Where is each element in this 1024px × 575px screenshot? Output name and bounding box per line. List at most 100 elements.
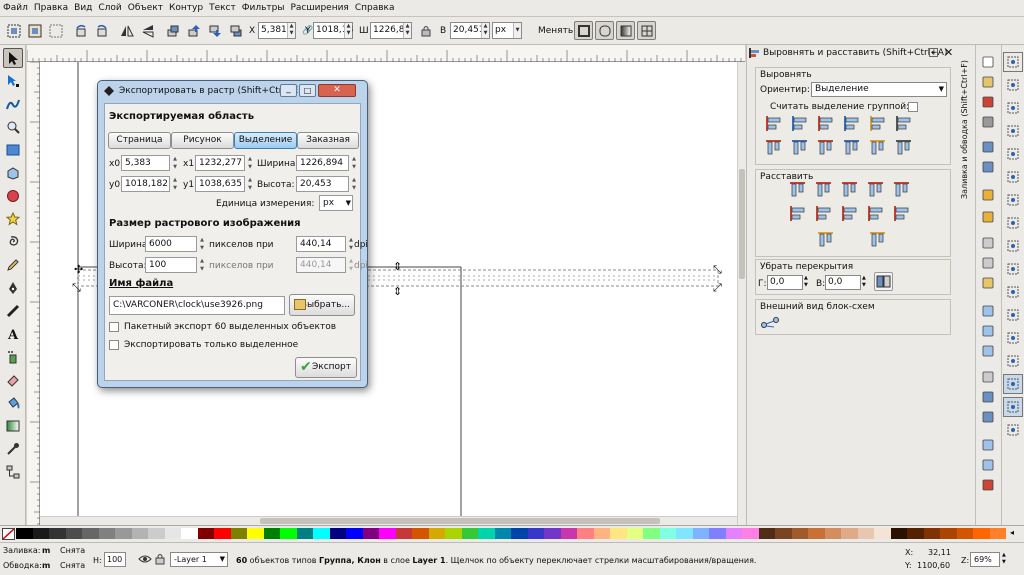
- snap-grid-icon[interactable]: [1003, 397, 1023, 417]
- color-swatch[interactable]: [115, 528, 132, 539]
- menu-layer[interactable]: Слой: [95, 0, 124, 15]
- x0-field[interactable]: 5,383: [121, 155, 170, 171]
- eye-icon[interactable]: [138, 553, 152, 566]
- x1-field[interactable]: 1232,277: [195, 155, 245, 171]
- color-swatch[interactable]: [890, 528, 907, 539]
- scale-stroke-icon[interactable]: [574, 21, 593, 40]
- h-field[interactable]: 20,451 ▲ ▼: [450, 22, 490, 39]
- color-swatch[interactable]: [511, 528, 528, 539]
- color-swatch[interactable]: [346, 528, 363, 539]
- horizontal-scroll-thumb[interactable]: [260, 518, 660, 524]
- area-page-button[interactable]: Страница: [108, 132, 171, 149]
- color-swatch[interactable]: [989, 528, 1006, 539]
- pen-tool-icon[interactable]: [3, 278, 23, 298]
- spiral-tool-icon[interactable]: [3, 232, 23, 252]
- horizontal-scrollbar[interactable]: [40, 516, 737, 525]
- no-paint-swatch[interactable]: [2, 528, 15, 540]
- y-field[interactable]: 1018,18 ▲ ▼: [313, 22, 353, 39]
- color-swatch[interactable]: [82, 528, 99, 539]
- paste-icon[interactable]: [978, 273, 998, 293]
- align-bottom-to-top-icon[interactable]: [763, 137, 784, 158]
- browse-button[interactable]: Выбрать...: [289, 294, 355, 316]
- color-swatch[interactable]: [610, 528, 627, 539]
- batch-export-checkbox[interactable]: [109, 322, 119, 332]
- align-text-baseline-vertical-icon[interactable]: [893, 137, 914, 158]
- align-left-edges-icon[interactable]: [789, 113, 810, 134]
- spin-arrows-icon[interactable]: ▲ ▼: [344, 23, 352, 38]
- connector-tool-icon[interactable]: [3, 462, 23, 482]
- palette-menu-icon[interactable]: ◂: [1010, 528, 1014, 537]
- color-swatch[interactable]: [857, 528, 874, 539]
- spin-arrows-icon[interactable]: ▲ ▼: [287, 23, 295, 38]
- menu-extensions[interactable]: Расширения: [287, 0, 351, 15]
- color-swatch[interactable]: [329, 528, 346, 539]
- only-selected-checkbox[interactable]: [109, 340, 119, 350]
- color-swatch[interactable]: [808, 528, 825, 539]
- color-swatch[interactable]: [560, 528, 577, 539]
- node-tool-icon[interactable]: [3, 71, 23, 91]
- rect-tool-icon[interactable]: [3, 140, 23, 160]
- select-all-icon[interactable]: [4, 21, 23, 40]
- color-swatch[interactable]: [313, 528, 330, 539]
- color-swatch[interactable]: [164, 528, 181, 539]
- align-right-to-left-icon[interactable]: [763, 113, 784, 134]
- area-selection-button[interactable]: Выделение: [234, 132, 297, 149]
- y0-field[interactable]: 1018,182: [121, 176, 170, 192]
- color-swatch[interactable]: [676, 528, 693, 539]
- vertical-scrollbar[interactable]: [737, 62, 746, 525]
- menu-edit[interactable]: Правка: [31, 0, 71, 15]
- area-custom-button[interactable]: Заказная: [297, 132, 359, 149]
- center-vertical-axis-icon[interactable]: [815, 113, 836, 134]
- color-swatch[interactable]: [296, 528, 313, 539]
- group-icon[interactable]: [978, 435, 998, 455]
- x-field[interactable]: 5,381 ▲ ▼: [258, 22, 296, 39]
- color-swatch[interactable]: [692, 528, 709, 539]
- import-icon[interactable]: [978, 137, 998, 157]
- menu-filters[interactable]: Фильтры: [239, 0, 288, 15]
- unclump-icon[interactable]: [867, 229, 888, 250]
- export-button[interactable]: ✔ Экспорт: [295, 357, 357, 378]
- distribute-gaps-h-icon[interactable]: [865, 179, 886, 200]
- color-swatch[interactable]: [362, 528, 379, 539]
- color-swatch[interactable]: [98, 528, 115, 539]
- menu-file[interactable]: Файл: [0, 0, 31, 15]
- color-swatch[interactable]: [577, 528, 594, 539]
- box3d-tool-icon[interactable]: [3, 163, 23, 183]
- undo-icon[interactable]: [978, 185, 998, 205]
- connector-graph-icon[interactable]: [760, 315, 781, 333]
- menu-path[interactable]: Контур: [166, 0, 206, 15]
- opacity-field[interactable]: 100: [104, 552, 126, 567]
- spray-tool-icon[interactable]: [3, 347, 23, 367]
- zoom-drawing-icon[interactable]: [978, 321, 998, 341]
- color-swatch[interactable]: [214, 528, 231, 539]
- gradient-tool-icon[interactable]: [3, 416, 23, 436]
- fill-value[interactable]: Снята: [60, 546, 85, 555]
- snap-toggle-icon[interactable]: [1003, 52, 1023, 72]
- snap-page-border-icon[interactable]: [1003, 374, 1023, 394]
- minimize-icon[interactable]: _: [280, 84, 297, 97]
- snap-bbox-icon[interactable]: [1003, 75, 1023, 95]
- remove-overlap-button[interactable]: [874, 272, 893, 291]
- lower-icon[interactable]: [205, 21, 224, 40]
- color-swatch[interactable]: [65, 528, 82, 539]
- area-drawing-button[interactable]: Рисунок: [171, 132, 234, 149]
- align-bottom-edges-icon[interactable]: [841, 137, 862, 158]
- distribute-centers-h-icon[interactable]: [813, 179, 834, 200]
- zoom-tool-icon[interactable]: [3, 117, 23, 137]
- dropdown-arrow-icon[interactable]: ▼: [220, 553, 225, 566]
- spin-arrows-icon[interactable]: ▲ ▼: [804, 275, 808, 289]
- color-swatch[interactable]: [32, 528, 49, 539]
- spin-arrows-icon[interactable]: ▲ ▼: [198, 236, 206, 252]
- color-swatch[interactable]: [626, 528, 643, 539]
- copy-icon[interactable]: [978, 233, 998, 253]
- redo-icon[interactable]: [978, 207, 998, 227]
- color-swatch[interactable]: [973, 528, 990, 539]
- center-horizontal-axis-icon[interactable]: [815, 137, 836, 158]
- distribute-left-edges-icon[interactable]: [787, 179, 808, 200]
- color-swatch[interactable]: [280, 528, 297, 539]
- color-swatch[interactable]: [593, 528, 610, 539]
- dropdown-arrow-icon[interactable]: ▼: [939, 83, 944, 96]
- color-swatch[interactable]: [412, 528, 429, 539]
- distribute-bottom-edges-icon[interactable]: [839, 203, 860, 224]
- clone-icon[interactable]: [978, 387, 998, 407]
